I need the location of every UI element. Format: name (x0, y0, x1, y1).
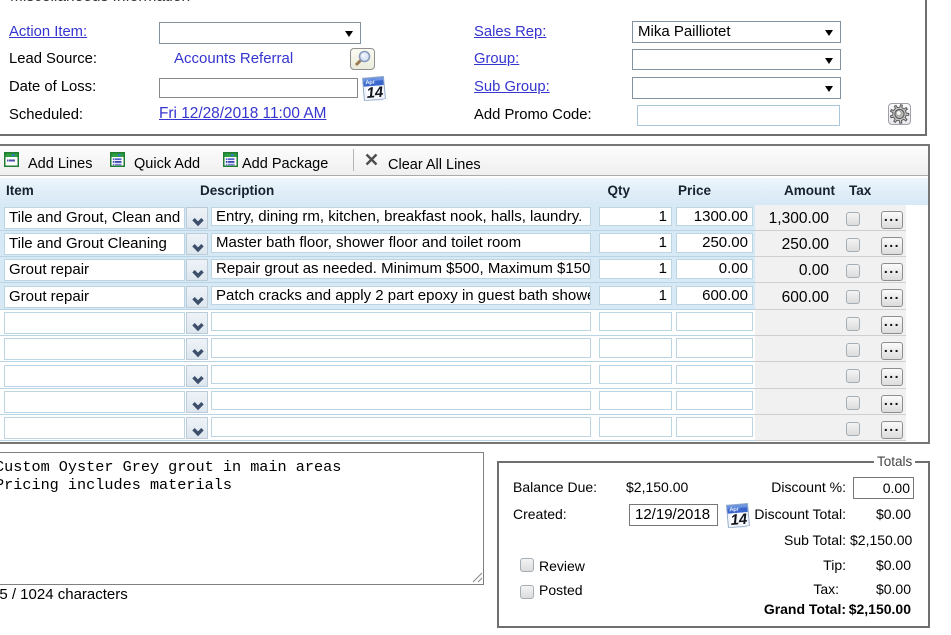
svg-text:14: 14 (365, 83, 384, 101)
